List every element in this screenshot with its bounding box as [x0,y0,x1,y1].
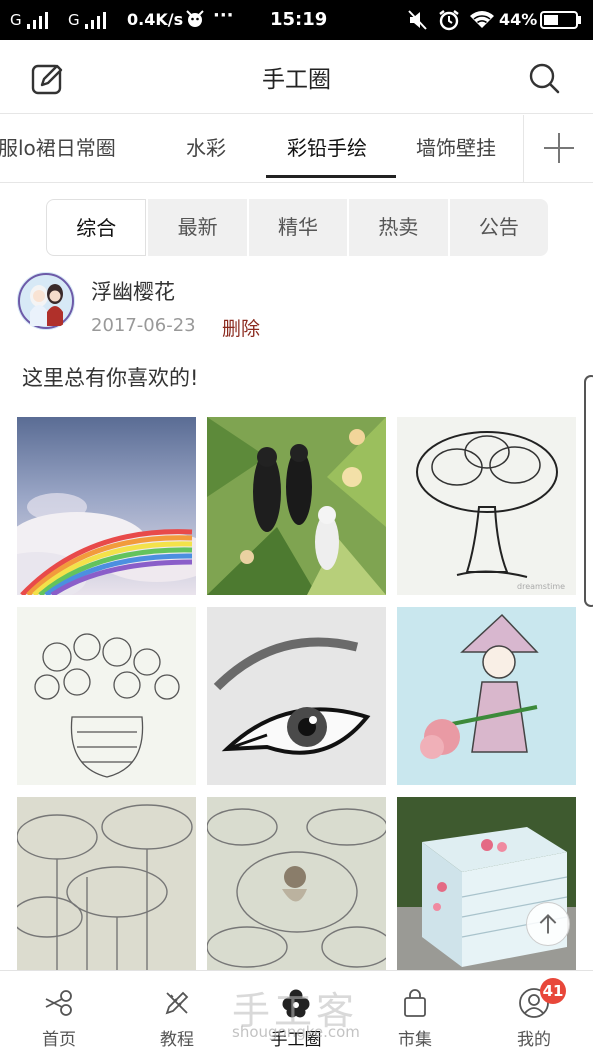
mute-icon [408,10,427,30]
wifi-icon [470,11,494,28]
search-icon[interactable] [526,60,562,96]
nav-home[interactable]: 首页 [0,971,118,1054]
active-tab-indicator [266,175,396,178]
sim2-label: G [68,11,80,29]
nav-market[interactable]: 市集 [356,971,474,1054]
clock: 15:19 [270,9,328,30]
svg-text:dreamstime: dreamstime [517,582,565,591]
tab-wall-decor[interactable]: 墙饰壁挂 [416,132,496,161]
lotus-girl-drawing-photo[interactable] [207,797,386,975]
clouds-rainbow-photo[interactable] [17,417,196,595]
girl-flower-drawing-photo[interactable] [397,607,576,785]
segment-newest[interactable]: 最新 [146,199,246,256]
tab-watercolor[interactable]: 水彩 [186,132,226,161]
page-title: 手工圈 [262,67,331,93]
parrots-jungle-photo[interactable] [207,417,386,595]
tree-drawing-photo[interactable]: dreamstime [397,417,576,595]
eye-drawing-photo[interactable] [207,607,386,785]
filter-segment: 综合 最新 精华 热卖 公告 [46,199,548,256]
lotus-drawing-photo[interactable] [17,797,196,975]
segment-hot-sale[interactable]: 热卖 [347,199,447,256]
watermark-url: shougongke.com [232,1023,360,1041]
battery-icon [540,11,581,29]
nav-tutorials-label: 教程 [160,1030,194,1050]
sim1-label: G [10,11,22,29]
nav-mine[interactable]: 我的 [475,971,593,1054]
pencil-ruler-icon [165,991,189,1015]
add-tab-button[interactable] [523,115,593,182]
segment-all[interactable]: 综合 [46,199,147,256]
post-content: 这里总有你喜欢的! [22,366,199,390]
shopping-bag-icon [404,989,426,1017]
segment-featured[interactable]: 精华 [246,199,347,256]
tab-lolita-daily[interactable]: 服lo裙日常圈 [0,132,116,161]
signal-icon: G [10,11,48,29]
nav-market-label: 市集 [398,1030,432,1050]
alarm-icon [439,10,459,31]
flower-vase-drawing-photo[interactable] [17,607,196,785]
painted-box-photo[interactable] [397,797,576,975]
top-header: 手工圈 [0,40,593,114]
notification-badge: 41 [540,978,566,1004]
nav-mine-label: 我的 [517,1030,551,1050]
battery-percent: 44% [499,10,538,29]
signal-icon: G [68,11,106,29]
avatar[interactable] [17,272,75,330]
scissors-icon [45,990,72,1016]
tab-colored-pencil[interactable]: 彩铅手绘 [287,132,367,161]
more-notifications: ··· [213,5,234,26]
post-date: 2017-06-23 [91,315,196,336]
side-drawer-handle[interactable] [584,375,593,607]
post-username[interactable]: 浮幽樱花 [91,276,175,306]
segment-announcement[interactable]: 公告 [447,199,548,256]
nav-tutorials[interactable]: 教程 [118,971,236,1054]
network-speed: 0.4K/s [127,10,184,29]
cow-icon [186,10,204,27]
scroll-top-button[interactable] [526,902,570,946]
nav-home-label: 首页 [42,1030,76,1050]
category-tabs: 服lo裙日常圈 水彩 彩铅手绘 墙饰壁挂 [0,115,593,183]
status-bar: G G 0.4K/s ··· 15:19 44% [0,0,593,40]
delete-button[interactable]: 删除 [222,314,260,341]
